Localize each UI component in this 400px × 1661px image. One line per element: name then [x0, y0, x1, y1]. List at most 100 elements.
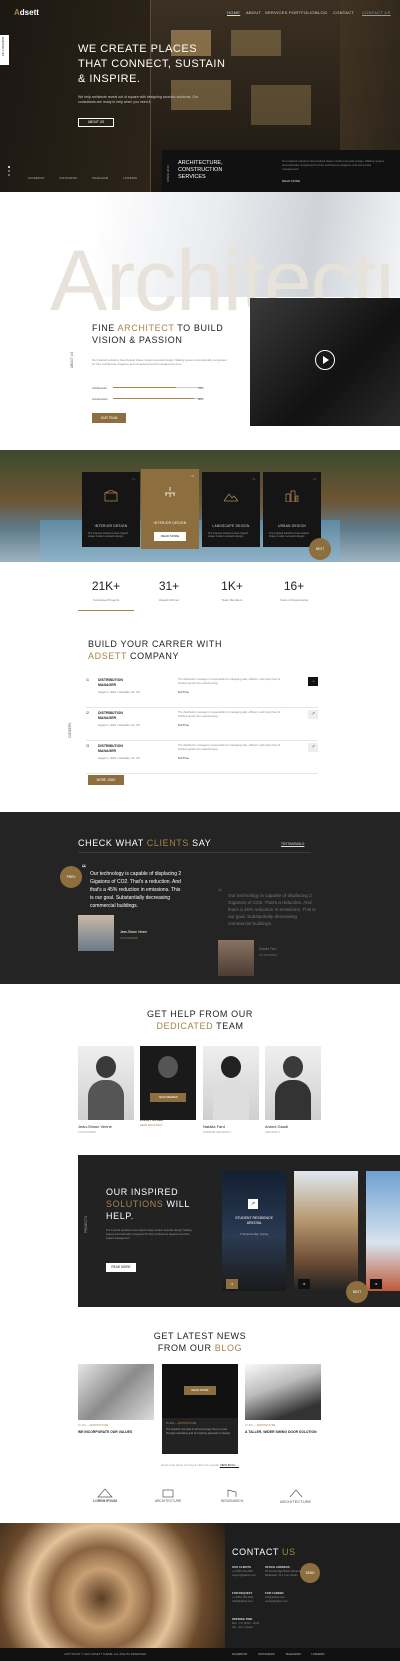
team-title: GET HELP FROM OUR DEDICATED TEAM	[147, 1009, 253, 1031]
service-card-landscape[interactable]: / 3 LANDSCAPE DESIGN Our inspired soluti…	[202, 472, 260, 547]
staircase-photo	[0, 1523, 225, 1648]
service-card-interior[interactable]: / 1 INTERIOR DESIGN Our inspired solutio…	[82, 472, 140, 547]
services-next-button[interactable]: NEXT	[309, 538, 331, 560]
since-label: SINCE 2016	[166, 165, 170, 182]
skill-construction-bar	[113, 398, 194, 399]
team-member-name: Jean-Simon Venne	[78, 1124, 112, 1129]
chandelier-icon	[165, 487, 175, 497]
news-card[interactable]: READ MORE 25 JAN — ARCHITECTURE Our insp…	[162, 1364, 238, 1454]
news-footer-note: Great news about our blog & other into p…	[160, 1463, 240, 1467]
service-card-urban[interactable]: / 4 URBAN DESIGN Our inspired solutions …	[263, 472, 321, 547]
testimonials-tag: TESTIMONIALS	[281, 842, 305, 846]
urban-icon	[285, 490, 299, 502]
hero-social-links: FACEBOOK INSTAGRAM TELEGRAM LINKEDIN	[28, 176, 137, 180]
team-member-photo[interactable]	[265, 1046, 321, 1120]
team-member-name: Zaha Ronald	[140, 1117, 163, 1122]
contact-section: CONTACT US SEND OUR CLIENTS +1 (555) 123…	[0, 1523, 400, 1648]
hero-services-box: SINCE 2016 ARCHITECTURE, CONSTRUCTION SERV…	[162, 150, 400, 192]
prev-testimonial-button[interactable]: PREV	[60, 866, 82, 888]
team-member-photo[interactable]	[203, 1046, 259, 1120]
social-instagram[interactable]: INSTAGRAM	[59, 176, 77, 180]
footer-instagram[interactable]: INSTAGRAM	[258, 1652, 274, 1656]
play-icon	[323, 356, 329, 364]
testimonial-role-1: CO-FOUNDER	[120, 937, 138, 940]
play-video-button[interactable]	[315, 350, 335, 370]
view-blog-link[interactable]: VIEW BLOG →	[220, 1463, 239, 1467]
logo-icon	[227, 1489, 237, 1497]
service-read-more-button[interactable]: READ MORE	[154, 532, 186, 541]
project-card[interactable]: /2	[294, 1171, 358, 1291]
team-member-name: Natalia Fard	[203, 1124, 225, 1129]
brand-logo[interactable]: Adsett	[14, 8, 39, 17]
project-card-location: 17 Mnawna Way, Sydney	[239, 1233, 269, 1236]
team-member-photo[interactable]	[78, 1046, 134, 1120]
testimonial-name-2: Natalia Fard	[259, 947, 277, 951]
job-row[interactable]: /1 DISTRIBUTION MANAGER August 1, 2022 • …	[86, 676, 318, 708]
news-title-text[interactable]: A TALLER, WIDER SWING DOOR SOLUTION	[245, 1430, 321, 1435]
job-arrow-button[interactable]: ↗	[308, 710, 318, 719]
news-excerpt: Our inspired new idea it well encourage …	[166, 1428, 231, 1435]
job-row[interactable]: /2 DISTRIBUTION MANAGER August 1, 2022 • …	[86, 709, 318, 741]
project-card[interactable]: ↗ STUDENT RESIDENCE AREOSA 17 Mnawna Way,…	[222, 1171, 286, 1291]
slider-dots[interactable]	[8, 166, 12, 180]
hero-box-title: ARCHITECTURE, CONSTRUCTION SERVICES	[178, 160, 223, 180]
testimonial-quote-2: Our technology is capable of displacing …	[228, 893, 316, 926]
logo-icon	[162, 1489, 174, 1498]
service-card-interior-active[interactable]: / 2 INTERIOR DESIGN READ MORE	[141, 469, 199, 549]
news-read-more-button[interactable]: READ MORE	[184, 1386, 216, 1395]
logo-icon	[289, 1489, 302, 1498]
logo-icon	[97, 1488, 113, 1498]
job-arrow-button[interactable]: ↗	[308, 743, 318, 752]
news-card[interactable]: 25 JAN — ARCHITECTURE WE INCORPORATE OUR…	[78, 1364, 154, 1448]
social-linkedin[interactable]: LINKEDIN	[123, 176, 137, 180]
nav-services[interactable]: SERVICES	[265, 10, 288, 15]
footer-linkedin[interactable]: LINKEDIN	[312, 1652, 325, 1656]
news-title-text[interactable]: WE INCORPORATE OUR VALUES	[78, 1430, 154, 1435]
team-member-role: HEAD ARCHITECT	[140, 1124, 163, 1127]
footer-telegram[interactable]: TELEGRAM	[285, 1652, 300, 1656]
news-image	[78, 1364, 154, 1420]
hero-box-text: Our inspired solutions have helped shape…	[282, 159, 384, 171]
team-member-role: ARCHITECT	[265, 1131, 280, 1134]
team-member-button[interactable]: TEAM MEMBER	[150, 1093, 186, 1102]
careers-side-label: CAREERS	[68, 722, 72, 738]
link-icon[interactable]: ↗	[248, 1199, 258, 1209]
hero-box-link[interactable]: READ MORE	[282, 179, 300, 183]
testimonials-section: CHECK WHAT CLIENTS SAY TESTIMONIALS PREV…	[0, 812, 400, 984]
nav-blog[interactable]: BLOG	[315, 10, 327, 15]
project-card-title: STUDENT RESIDENCE AREOSA	[235, 1216, 273, 1225]
news-card[interactable]: 25 JAN — ARCHITECTURE A TALLER, WIDER SW…	[245, 1364, 321, 1448]
testimonial-name-1: Jean-Simon Venne	[120, 930, 147, 934]
projects-section: PROJECTS OUR INSPIRED SOLUTIONS WILL HEL…	[78, 1155, 400, 1307]
social-facebook[interactable]: FACEBOOK	[28, 176, 45, 180]
team-member-photo[interactable]: TEAM MEMBER	[140, 1046, 196, 1120]
our-team-button[interactable]: OUR TEAM	[92, 413, 126, 423]
about-us-button[interactable]: ABOUT US	[78, 118, 114, 127]
copyright: COPYRIGHT © 2022 ADSETT THEME. ALL RIGHT…	[64, 1652, 148, 1656]
about-side-label: ABOUT US	[70, 351, 74, 368]
news-image	[245, 1364, 321, 1420]
hero-section: Adsett HOME ABOUT SERVICES PORTFOLIO BLO…	[0, 0, 400, 192]
projects-next-button[interactable]: NEXT	[346, 1281, 368, 1303]
nav-portfolio[interactable]: PORTFOLIO	[289, 10, 315, 15]
about-title: FINE ARCHITECT TO BUILD VISION & PASSION	[92, 323, 224, 345]
side-contact-tab[interactable]: CONTACT US	[0, 35, 9, 65]
project-card[interactable]: /3	[366, 1171, 400, 1291]
about-section: Architecture ABOUT US FINE ARCHITECT TO …	[0, 192, 400, 450]
projects-read-more-button[interactable]: READ MORE	[106, 1263, 136, 1272]
about-text: Our inspired solutions have helped shape…	[92, 358, 227, 366]
nav-about[interactable]: ABOUT	[246, 10, 261, 15]
nav-contact-cta[interactable]: CONTACT US	[362, 10, 391, 15]
testimonials-title: CHECK WHAT CLIENTS SAY	[78, 838, 212, 848]
footer-facebook[interactable]: FACEBOOK	[232, 1652, 247, 1656]
nav-contact[interactable]: CONTACT	[333, 10, 354, 15]
partner-logo: ARCHITECTURE	[268, 1488, 323, 1510]
more-jobs-button[interactable]: MORE JOBS	[88, 775, 124, 785]
quote-icon: “	[82, 862, 86, 876]
job-arrow-button[interactable]: →	[308, 677, 318, 686]
job-row[interactable]: /3 DISTRIBUTION MANAGER August 1, 2022 • …	[86, 742, 318, 774]
testimonial-quote-1: Our technology is capable of displacing …	[90, 871, 182, 909]
nav-home[interactable]: HOME	[227, 10, 240, 15]
social-telegram[interactable]: TELEGRAM	[92, 176, 109, 180]
team-member-role: INTERIOR ARCHITECT	[203, 1131, 231, 1134]
